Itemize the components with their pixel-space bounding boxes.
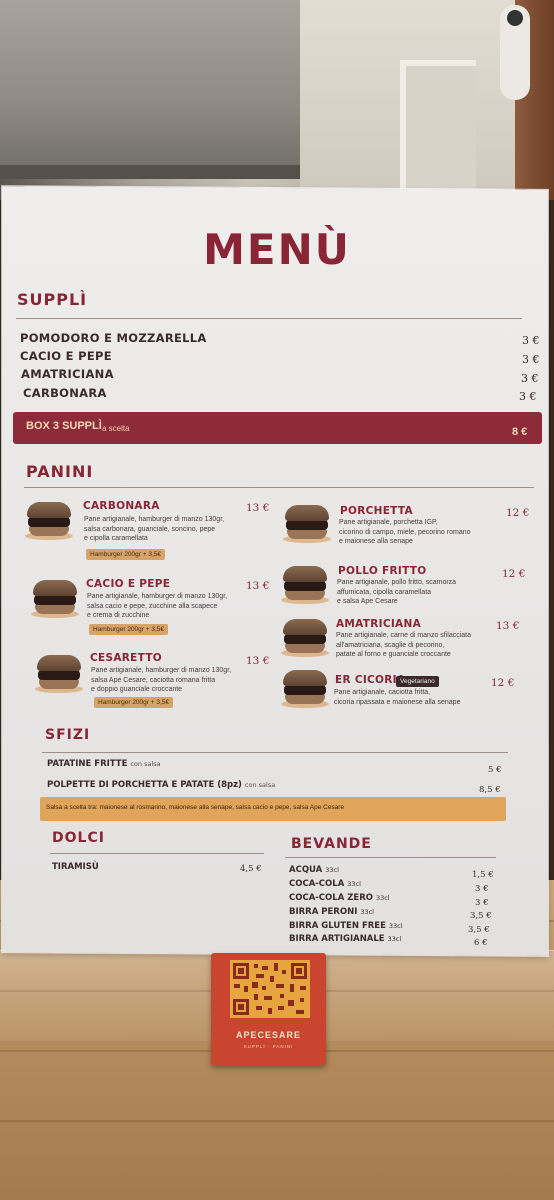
suppli-heading: SUPPLÌ [17, 290, 88, 309]
bevanda-item: BIRRA ARTIGIANALE 33cl [289, 934, 402, 944]
steel-hood [0, 0, 300, 178]
box-label: BOX 3 SUPPLÌ [26, 420, 102, 432]
panino-name: ER CICORIA [335, 674, 406, 686]
sfizi-item: POLPETTE DI PORCHETTA E PATATE (8pz) con… [47, 780, 276, 790]
burger-image-porchetta [283, 505, 331, 543]
bevanda-price: 3,5 € [470, 911, 492, 921]
sfizi-price: 5 € [488, 765, 502, 775]
hood-edge [0, 165, 300, 179]
panino-description: Pane artigianale, hamburger di manzo 130… [87, 593, 228, 619]
panino-name: CESARETTO [90, 652, 163, 664]
suppli-price: 3 € [522, 334, 540, 347]
panino-price: 12 € [491, 677, 515, 689]
panino-price: 12 € [506, 507, 530, 519]
suppli-item: AMATRICIANA [21, 367, 114, 381]
suppli-price: 3 € [522, 353, 540, 366]
suppli-item: POMODORO E MOZZARELLA [20, 331, 207, 345]
suppli-price: 3 € [521, 372, 539, 385]
box-note: a scelta [102, 424, 130, 433]
bevanda-price: 3 € [475, 898, 489, 908]
suppli-item: CACIO E PEPE [20, 349, 112, 363]
bevanda-item: COCA-COLA 33cl [289, 879, 361, 889]
panino-description: Pane artigianale, hamburger di manzo 130… [91, 667, 232, 693]
panino-description: Pane artigianale, porchetta IGP, cicorino… [339, 519, 471, 545]
burger-image-pollo-fritto [281, 566, 329, 604]
bevanda-item: COCA-COLA ZERO 33cl [289, 893, 390, 903]
upgrade-tag: Hamburger 200gr + 3,5€ [86, 549, 166, 560]
sfizi-item: PATATINE FRITTE con salsa [47, 759, 161, 769]
qr-tagline: SUPPLÌ · PANINI [243, 1044, 294, 1049]
qr-code-icon[interactable] [230, 960, 310, 1018]
upgrade-tag: Hamburger 200gr + 3,5€ [94, 697, 174, 708]
panino-description: Pane artigianale, carne di manzo sfilacc… [336, 632, 472, 658]
divider [285, 857, 496, 858]
vegetarian-badge: Vegetariano [396, 676, 439, 687]
panini-heading: PANINI [26, 462, 94, 481]
panino-description: Pane artigianale, caciotta fritta, cicori… [334, 689, 461, 706]
sfizi-heading: SFIZI [45, 727, 91, 743]
menu-title: MENÙ [203, 225, 351, 274]
bevanda-price: 3 € [475, 884, 489, 894]
panino-price: 13 € [246, 580, 270, 592]
divider [50, 853, 264, 854]
panino-name: AMATRICIANA [336, 618, 421, 630]
sfizi-price: 8,5 € [479, 785, 501, 795]
suppli-price: 3 € [519, 390, 537, 403]
dolci-item: TIRAMISÙ [52, 862, 99, 872]
sauces-note: Salsa a scelta tra: maionese al rosmarin… [46, 804, 345, 811]
bevanda-item: ACQUA 33cl [289, 865, 339, 875]
divider [24, 487, 534, 488]
bevanda-price: 1,5 € [472, 870, 494, 880]
panino-price: 12 € [502, 568, 526, 580]
box-price: 8 € [512, 426, 528, 438]
panino-name: PORCHETTA [340, 505, 413, 517]
panino-price: 13 € [496, 620, 520, 632]
dolci-heading: DOLCI [52, 830, 105, 846]
burger-image-amatriciana [281, 619, 329, 657]
divider [16, 318, 522, 319]
burger-image-cacio-e-pepe [31, 580, 79, 618]
panino-name: POLLO FRITTO [338, 565, 427, 577]
qr-brand: APECESARE [235, 1030, 301, 1040]
panino-price: 13 € [246, 655, 270, 667]
divider [42, 752, 508, 753]
camera-lens-icon [507, 10, 523, 26]
burger-image-cesaretto [35, 655, 83, 693]
bevanda-item: BIRRA PERONI 33cl [289, 907, 374, 917]
panino-price: 13 € [246, 502, 270, 514]
bevanda-item: BIRRA GLUTEN FREE 33cl [289, 921, 403, 931]
upgrade-tag: Hamburger 200gr + 3,5€ [89, 624, 169, 635]
panino-description: Pane artigianale, pollo fritto, scamorza… [337, 579, 457, 605]
burger-image-carbonara [25, 502, 73, 540]
panino-description: Pane artigianale, hamburger di manzo 130… [84, 516, 225, 542]
bevanda-price: 6 € [474, 938, 488, 948]
bevanda-price: 3,5 € [468, 925, 490, 935]
suppli-item: CARBONARA [23, 386, 107, 400]
panino-name: CARBONARA [83, 500, 160, 512]
dolci-price: 4,5 € [240, 864, 262, 874]
burger-image-er-cicoria [281, 670, 329, 708]
bevande-heading: BEVANDE [291, 836, 372, 852]
panino-name: CACIO E PEPE [86, 578, 171, 590]
